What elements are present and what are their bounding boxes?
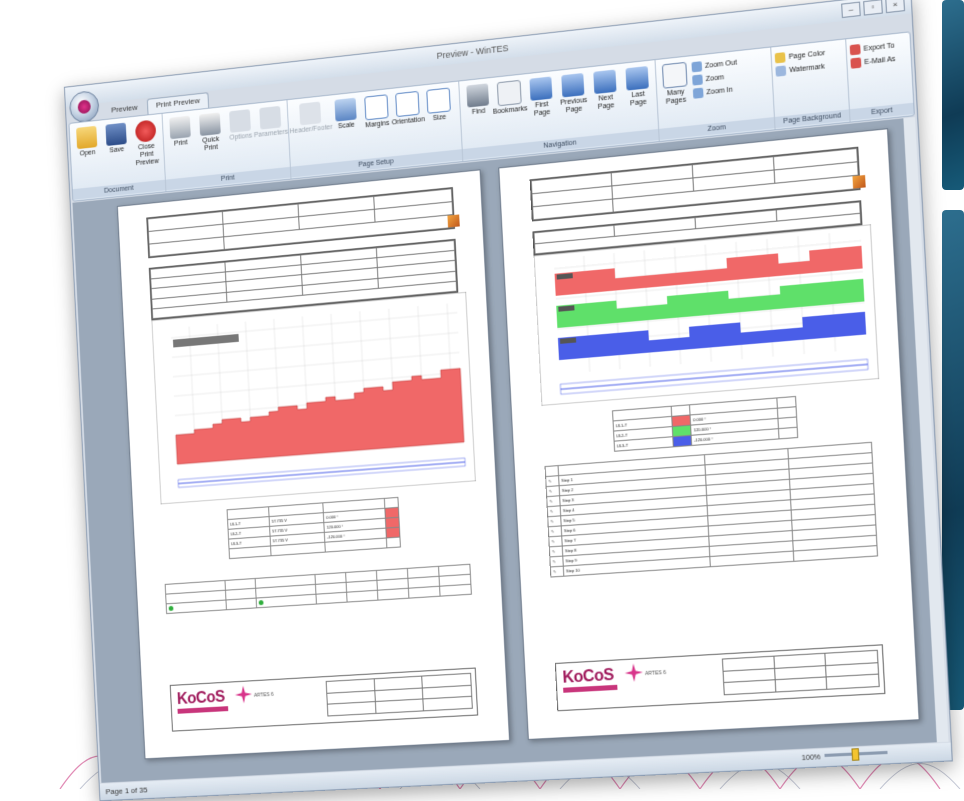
find-button[interactable]: Find <box>462 80 493 118</box>
report-page-left: UL1-T 57.735 V 0.000 ° UL2-T 57.735 V 120.00… <box>116 169 511 760</box>
logo-subtitle: ARTES 6 <box>644 669 667 678</box>
parameters-button[interactable]: Parameters <box>254 103 288 140</box>
options-icon <box>229 109 251 133</box>
watermark-button[interactable]: Watermark <box>775 61 826 77</box>
orientation-button[interactable]: Orientation <box>392 88 425 128</box>
status-ok-icon <box>258 599 264 605</box>
email-icon <box>850 57 862 69</box>
bookmarks-button[interactable]: Bookmarks <box>493 76 528 116</box>
zoom-icon <box>692 74 703 86</box>
logo-star-icon <box>624 663 644 683</box>
preview-window: Preview - WinTES – ▫ × Preview Print Pre… <box>63 0 953 801</box>
margins-button[interactable]: Margins <box>361 91 392 131</box>
minimize-button[interactable]: – <box>841 1 861 19</box>
maximize-button[interactable]: ▫ <box>863 0 883 16</box>
orientation-icon <box>395 90 420 118</box>
export-to-button[interactable]: Export To <box>849 40 895 56</box>
bookmarks-icon <box>496 79 522 107</box>
close-print-preview-button[interactable]: Close Print Preview <box>131 116 161 168</box>
options-button[interactable]: Options <box>225 106 255 143</box>
group-print: Print Quick Print Options Parameters Pri… <box>162 100 292 192</box>
scale-button[interactable]: Scale <box>330 94 361 132</box>
group-zoom: Many Pages Zoom Out Zoom Zoom In Zoom <box>655 47 776 142</box>
page-indicator: Page 1 of 35 <box>105 785 148 797</box>
header-footer-icon <box>299 101 322 126</box>
last-page-icon <box>625 66 649 91</box>
logo-star-icon <box>234 685 253 704</box>
step-icon: ✎ <box>550 566 564 578</box>
header-footer-button[interactable]: Header/Footer <box>289 98 333 136</box>
page-background-commands: Page Color Watermark <box>774 44 826 77</box>
kocos-logo: KoCoS ARTES 6 <box>562 663 684 693</box>
export-icon <box>849 43 861 56</box>
close-window-button[interactable]: × <box>885 0 906 14</box>
print-button[interactable]: Print <box>165 112 195 149</box>
zoom-level: 100% <box>801 754 821 763</box>
next-page-button[interactable]: Next Page <box>589 66 621 113</box>
email-as-button[interactable]: E-Mail As <box>850 54 896 69</box>
app-scene: Preview - WinTES – ▫ × Preview Print Pre… <box>63 0 953 801</box>
zoom-in-icon <box>692 87 704 99</box>
parameters-icon <box>259 105 282 130</box>
zoom-in-button[interactable]: Zoom In <box>692 84 739 99</box>
first-page-button[interactable]: First Page <box>525 73 557 119</box>
save-icon <box>105 122 127 147</box>
printer-icon <box>169 115 191 140</box>
many-pages-icon <box>661 61 688 89</box>
close-icon <box>134 119 157 143</box>
folder-icon <box>76 125 98 150</box>
zoom-slider[interactable] <box>824 750 888 758</box>
page-color-icon <box>774 52 786 64</box>
binoculars-icon <box>466 83 490 108</box>
many-pages-button[interactable]: Many Pages <box>659 58 692 107</box>
page-size-icon <box>426 87 451 114</box>
open-button[interactable]: Open <box>72 123 101 160</box>
export-commands: Export To E-Mail As <box>849 36 896 69</box>
previous-page-icon <box>561 72 585 98</box>
group-page-background: Page Color Watermark Page Background <box>771 39 851 130</box>
page-footer-right: KoCoS ARTES 6 <box>554 644 886 712</box>
zoom-out-button[interactable]: Zoom Out <box>691 57 737 73</box>
group-page-setup: Header/Footer Scale Margins Orientation … <box>287 81 464 179</box>
signal-table-left: UL1-T 57.735 V 0.000 ° UL2-T 57.735 V 120.00… <box>226 496 401 560</box>
side-panel-top <box>942 0 964 190</box>
last-page-button[interactable]: Last Page <box>621 63 654 110</box>
waveform-chart-left <box>151 291 476 505</box>
scale-icon <box>334 97 357 122</box>
zoom-out-icon <box>691 61 703 73</box>
page-footer-left: KoCoS ARTES 6 <box>169 667 479 732</box>
corner-icon-left <box>447 214 460 228</box>
application-orb-button[interactable] <box>68 89 100 124</box>
footer-table-left <box>326 673 473 717</box>
save-button[interactable]: Save <box>102 119 131 156</box>
margins-icon <box>364 94 389 121</box>
group-document: Open Save Close Print Preview Document <box>69 113 167 201</box>
watermark-icon <box>775 65 787 77</box>
zoom-button[interactable]: Zoom <box>692 71 738 86</box>
signal-table-right: UL1-T 0.000 ° UL2-T 120.000 ° UL3-T -120.00… <box>611 395 799 452</box>
size-button[interactable]: Size <box>423 84 454 124</box>
steps-table-right: ✎ Step 1 ✎ Step 2 ✎ Step 3 ✎ Step 4 ✎ Step 5 … <box>544 441 879 578</box>
kocos-logo: KoCoS ARTES 6 <box>177 685 291 714</box>
corner-icon-right <box>852 175 866 189</box>
footer-table-right <box>722 650 880 696</box>
logo-subtitle: ARTES 6 <box>253 691 274 699</box>
group-export: Export To E-Mail As Export <box>846 32 914 121</box>
quick-printer-icon <box>199 112 221 137</box>
zoom-commands: Zoom Out Zoom Zoom In <box>691 53 738 99</box>
next-page-icon <box>593 69 617 95</box>
status-ok-icon <box>168 605 174 611</box>
result-table-left <box>164 563 472 615</box>
report-page-right: UL1-T 0.000 ° UL2-T 120.000 ° UL3-T -120.00… <box>498 128 920 740</box>
previous-page-button[interactable]: Previous Page <box>557 70 589 116</box>
quick-print-button[interactable]: Quick Print <box>195 109 225 154</box>
waveform-chart-right <box>533 224 880 406</box>
preview-client-area[interactable]: UL1-T 57.735 V 0.000 ° UL2-T 57.735 V 120.00… <box>72 118 936 783</box>
first-page-icon <box>529 76 553 101</box>
